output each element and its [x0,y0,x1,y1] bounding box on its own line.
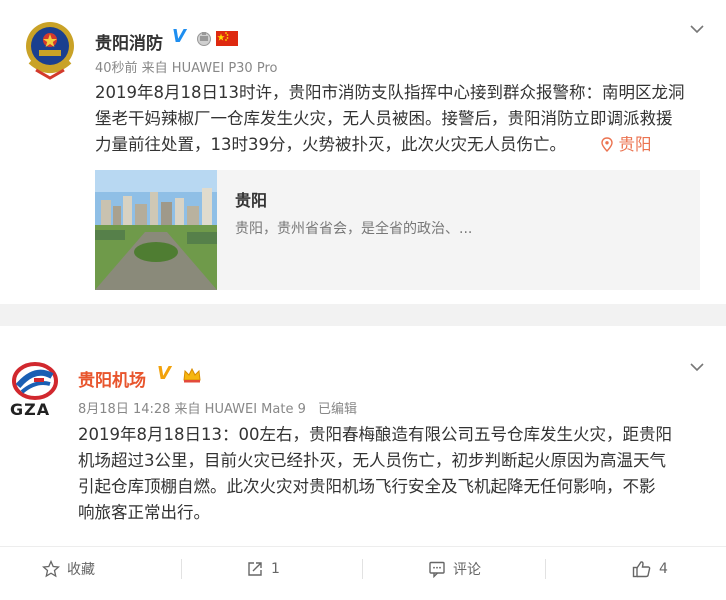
member-crown-icon[interactable] [182,366,202,383]
share-icon [248,562,262,576]
post-meta: 8月18日 14:28 来自 HUAWEI Mate 9 已编辑 [78,398,357,417]
weibo-post-airport: GZA 贵阳机场 V 8月18日 14:28 来自 HUAWEI Mate 9 … [0,326,726,600]
post-time-source: 8月18日 14:28 来自 HUAWEI Mate 9 [78,402,306,417]
feed-divider [0,304,726,326]
action-separator [362,559,363,579]
post-body-line: 2019年8月18日13时许，贵阳市消防支队指挥中心接到群众报警称：南明区龙洞 [95,83,685,102]
collect-button[interactable]: 收藏 [42,547,95,591]
repost-button[interactable]: 1 [246,547,280,591]
post-body-line: 2019年8月18日13：00左右，贵阳春梅酿造有限公司五号仓库发生火灾，距贵阳 [78,425,672,444]
link-card-description: 贵阳，贵州省省会，是全省的政治、... [235,221,473,237]
verified-v-icon: V [157,363,171,384]
post-body-line: 引起仓库顶棚自燃。此次火灾对贵阳机场飞行安全及飞机起降无任何影响，不影 [78,477,656,496]
weibo-post-fire-dept: 贵阳消防 V 40秒前 来自 HUAWEI P30 Pro 2019年8月18日… [0,0,726,305]
city-thumbnail-image [95,170,217,290]
like-count: 4 [659,561,668,577]
post-body-line-text: 力量前往处置，13时39分，火势被扑灭，此次火灾无人员伤亡。 [95,135,566,154]
airport-avatar[interactable]: GZA [8,358,68,420]
location-link[interactable]: 贵阳 [601,135,652,154]
airport-logo-icon [12,362,58,400]
like-button[interactable]: 4 [632,547,668,591]
post-body: 2019年8月18日13时许，贵阳市消防支队指挥中心接到群众报警称：南明区龙洞 … [95,80,705,158]
chevron-down-icon[interactable] [690,22,704,36]
chevron-down-icon[interactable] [690,360,704,374]
thumbs-up-icon [632,561,651,578]
verified-v-icon: V [172,26,186,47]
police-emblem-avatar-icon[interactable] [22,18,78,80]
edited-label[interactable]: 已编辑 [318,402,357,417]
member-crown-icon[interactable] [195,30,213,46]
collect-label: 收藏 [67,562,95,578]
post-body: 2019年8月18日13：00左右，贵阳春梅酿造有限公司五号仓库发生火灾，距贵阳… [78,422,708,526]
post-body-line: 堡老干妈辣椒厂一仓库发生火灾，无人员被困。接警后，贵阳消防立即调派救援 [95,109,673,128]
star-icon [42,560,60,578]
post-body-line: 机场超过3公里，目前火灾已经扑灭，无人员伤亡，初步判断起火原因为高温天气 [78,451,666,470]
link-preview-card[interactable]: 贵阳 贵阳，贵州省省会，是全省的政治、... [95,170,700,290]
author-name[interactable]: 贵阳消防 [95,29,163,54]
comment-button[interactable]: 评论 [428,547,481,591]
china-flag-icon [216,31,238,46]
location-label: 贵阳 [618,135,652,154]
repost-count: 1 [271,561,280,577]
action-separator [181,559,182,579]
comment-label: 评论 [453,562,481,578]
avatar-label: GZA [10,400,51,419]
action-separator [545,559,546,579]
post-meta: 40秒前 来自 HUAWEI P30 Pro [95,61,278,76]
author-name[interactable]: 贵阳机场 [78,366,146,391]
location-pin-icon [601,137,613,152]
comment-icon [429,561,445,578]
post-body-line: 响旅客正常出行。 [78,503,210,522]
link-card-title: 贵阳 [235,191,268,210]
post-body-line: 力量前往处置，13时39分，火势被扑灭，此次火灾无人员伤亡。 贵阳 [95,132,705,158]
action-bar: 收藏 1 评论 4 [0,546,726,591]
